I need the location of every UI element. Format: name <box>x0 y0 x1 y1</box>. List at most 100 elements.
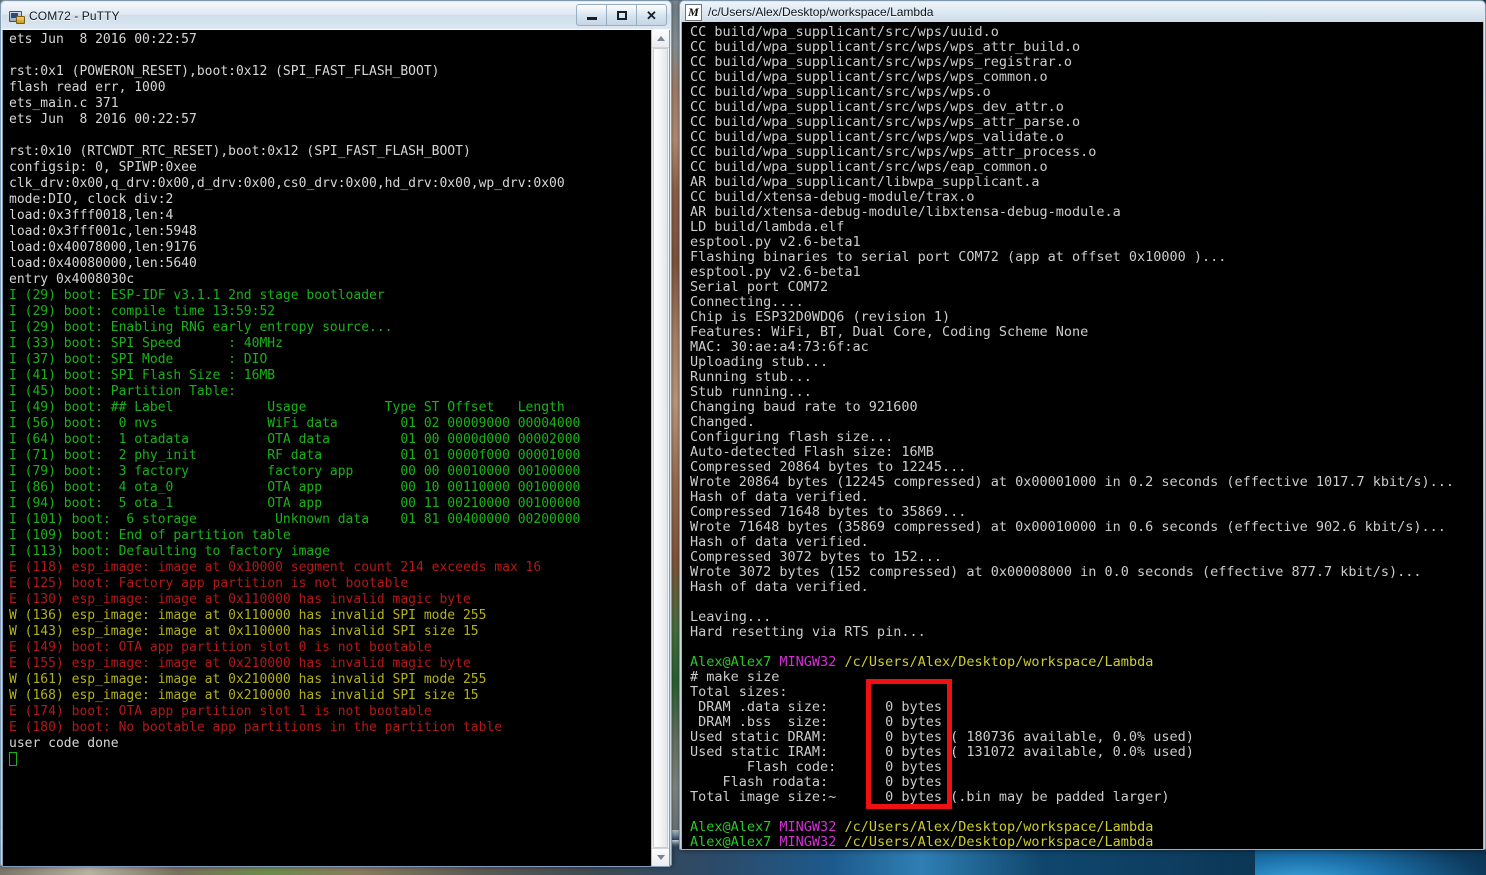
mingw-line: Configuring flash size... <box>690 429 894 445</box>
putty-line: I (29) boot: Enabling RNG early entropy … <box>9 320 393 335</box>
mingw-line: CC build/wpa_supplicant/src/wps/wps_vali… <box>690 129 1064 145</box>
putty-line: I (45) boot: Partition Table: <box>9 384 236 399</box>
putty-line: load:0x3fff0018,len:4 <box>9 208 174 223</box>
putty-line: rst:0x10 (RTCWDT_RTC_RESET),boot:0x12 (S… <box>9 144 471 159</box>
mingw-line: DRAM .data size: 0 bytes <box>690 699 942 715</box>
mingw-line: CC build/xtensa-debug-module/trax.o <box>690 189 975 205</box>
prompt-user: Alex@Alex7 <box>690 819 772 835</box>
mingw-line: Chip is ESP32D0WDQ6 (revision 1) <box>690 309 951 325</box>
putty-line: I (109) boot: End of partition table <box>9 528 291 543</box>
mingw-line: Flashing binaries to serial port COM72 (… <box>690 249 1227 265</box>
mingw-line: Running stub... <box>690 369 812 385</box>
putty-line: clk_drv:0x00,q_drv:0x00,d_drv:0x00,cs0_d… <box>9 176 565 191</box>
mingw-line: Used static DRAM: 0 bytes ( 180736 avail… <box>690 729 1194 745</box>
putty-line <box>9 128 651 144</box>
mingw-line: Compressed 3072 bytes to 152... <box>690 549 942 565</box>
maximize-button[interactable] <box>606 4 636 26</box>
mingw-line: LD build/lambda.elf <box>690 219 845 235</box>
putty-line: I (79) boot: 3 factory factory app 00 00… <box>9 464 581 479</box>
putty-window-controls[interactable]: ✕ <box>576 4 667 26</box>
mingw-line: CC build/wpa_supplicant/src/wps/wps_attr… <box>690 144 1097 160</box>
putty-line: I (33) boot: SPI Speed : 40MHz <box>9 336 283 351</box>
putty-line: flash read err, 1000 <box>9 80 166 95</box>
mingw-line: Changing baud rate to 921600 <box>690 399 918 415</box>
mingw-line: CC build/wpa_supplicant/src/wps/wps_comm… <box>690 69 1048 85</box>
putty-line: E (174) boot: OTA app partition slot 1 i… <box>9 704 432 719</box>
scroll-up-arrow-icon[interactable] <box>652 30 669 48</box>
mingw-line: CC build/wpa_supplicant/src/wps/wps_attr… <box>690 114 1081 130</box>
putty-line: E (130) esp_image: image at 0x110000 has… <box>9 592 471 607</box>
close-button[interactable]: ✕ <box>636 4 667 26</box>
putty-line: ets Jun 8 2016 00:22:57 <box>9 112 197 127</box>
mingw-line: Total image size:~ 0 bytes (.bin may be … <box>690 789 1170 805</box>
putty-cursor <box>9 752 17 766</box>
mingw-line <box>690 805 1483 820</box>
putty-line: I (71) boot: 2 phy_init RF data 01 01 00… <box>9 448 581 463</box>
putty-line: W (168) esp_image: image at 0x210000 has… <box>9 688 479 703</box>
mingw-line: Compressed 20864 bytes to 12245... <box>690 459 967 475</box>
mingw-line: Alex@Alex7 MINGW32 /c/Users/Alex/Desktop… <box>690 820 1483 835</box>
minimize-button[interactable] <box>576 4 606 26</box>
mingw-line: Auto-detected Flash size: 16MB <box>690 444 934 460</box>
prompt-symbol: # <box>690 849 698 850</box>
putty-window[interactable]: COM72 - PuTTY ✕ ets Jun 8 2016 00:22:57 … <box>0 0 672 867</box>
putty-line: I (41) boot: SPI Flash Size : 16MB <box>9 368 276 383</box>
mingw-terminal-output[interactable]: CC build/wpa_supplicant/src/wps/uuid.o CC… <box>681 22 1484 850</box>
prompt-path: /c/Users/Alex/Desktop/workspace/Lambda <box>844 834 1154 850</box>
mingw-line: Leaving... <box>690 609 772 625</box>
putty-title-text: COM72 - PuTTY <box>29 8 120 23</box>
putty-line: E (155) esp_image: image at 0x210000 has… <box>9 656 471 671</box>
putty-line: I (29) boot: ESP-IDF v3.1.1 2nd stage bo… <box>9 288 385 303</box>
mingw-line: Wrote 3072 bytes (152 compressed) at 0x0… <box>690 564 1422 580</box>
putty-line: W (161) esp_image: image at 0x210000 has… <box>9 672 487 687</box>
putty-line: configsip: 0, SPIWP:0xee <box>9 160 197 175</box>
putty-line: user code done <box>9 736 119 751</box>
mingw-line: Wrote 71648 bytes (35869 compressed) at … <box>690 519 1446 535</box>
mingw-line: AR build/xtensa-debug-module/libxtensa-d… <box>690 204 1121 220</box>
scrollbar-thumb[interactable] <box>653 48 668 848</box>
mingw-line: Compressed 71648 bytes to 35869... <box>690 504 967 520</box>
putty-line: load:0x40078000,len:9176 <box>9 240 197 255</box>
prompt-host: MINGW32 <box>779 819 837 835</box>
putty-line: ets_main.c 371 <box>9 96 119 111</box>
mingw-line: esptool.py v2.6-beta1 <box>690 264 861 280</box>
mingw-line: CC build/wpa_supplicant/src/wps/wps_regi… <box>690 54 1073 70</box>
mingw-titlebar[interactable]: M /c/Users/Alex/Desktop/workspace/Lambda <box>681 2 1484 22</box>
mingw-line: Wrote 20864 bytes (12245 compressed) at … <box>690 474 1455 490</box>
putty-line: I (101) boot: 6 storage Unknown data 01 … <box>9 512 581 527</box>
mingw-line: AR build/wpa_supplicant/libwpa_supplican… <box>690 174 1040 190</box>
mingw-line: Hash of data verified. <box>690 579 869 595</box>
putty-line: E (180) boot: No bootable app partitions… <box>9 720 503 735</box>
putty-terminal-output[interactable]: ets Jun 8 2016 00:22:57 rst:0x1 (POWERON… <box>3 30 651 866</box>
mingw-line: Changed. <box>690 414 756 430</box>
mingw-line: Hash of data verified. <box>690 534 869 550</box>
mingw-line: Flash rodata: 0 bytes <box>690 774 942 790</box>
putty-titlebar[interactable]: COM72 - PuTTY ✕ <box>2 2 670 30</box>
mingw-line: Features: WiFi, BT, Dual Core, Coding Sc… <box>690 324 1089 340</box>
mingw-line: MAC: 30:ae:a4:73:6f:ac <box>690 339 869 355</box>
mingw-line: Serial port COM72 <box>690 279 829 295</box>
putty-line: E (118) esp_image: image at 0x10000 segm… <box>9 560 542 575</box>
putty-line: I (86) boot: 4 ota_0 OTA app 00 10 00110… <box>9 480 581 495</box>
mingw-line: Alex@Alex7 MINGW32 /c/Users/Alex/Desktop… <box>690 835 1483 850</box>
putty-line: ets Jun 8 2016 00:22:57 <box>9 32 197 47</box>
putty-line: mode:DIO, clock div:2 <box>9 192 174 207</box>
mingw32-window[interactable]: M /c/Users/Alex/Desktop/workspace/Lambda… <box>679 0 1486 850</box>
putty-line: rst:0x1 (POWERON_RESET),boot:0x12 (SPI_F… <box>9 64 440 79</box>
putty-scrollbar[interactable] <box>651 30 669 866</box>
putty-client-area: ets Jun 8 2016 00:22:57 rst:0x1 (POWERON… <box>2 30 670 867</box>
putty-line <box>9 48 651 64</box>
mingw-line: Connecting.... <box>690 294 804 310</box>
prompt-host: MINGW32 <box>779 834 837 850</box>
mingw-line: CC build/wpa_supplicant/src/wps/wps_attr… <box>690 39 1081 55</box>
scroll-down-arrow-icon[interactable] <box>652 848 669 866</box>
mingw-line: # make size <box>690 669 780 685</box>
mingw-line: CC build/wpa_supplicant/src/wps/eap_comm… <box>690 159 1048 175</box>
putty-line: load:0x40080000,len:5640 <box>9 256 197 271</box>
mingw-line: Total sizes: <box>690 684 788 700</box>
mingw-line: Used static IRAM: 0 bytes ( 131072 avail… <box>690 744 1194 760</box>
putty-line: W (136) esp_image: image at 0x110000 has… <box>9 608 487 623</box>
mingw-line: Flash code: 0 bytes <box>690 759 942 775</box>
putty-line: entry 0x4008030c <box>9 272 135 287</box>
putty-line: load:0x3fff001c,len:5948 <box>9 224 197 239</box>
